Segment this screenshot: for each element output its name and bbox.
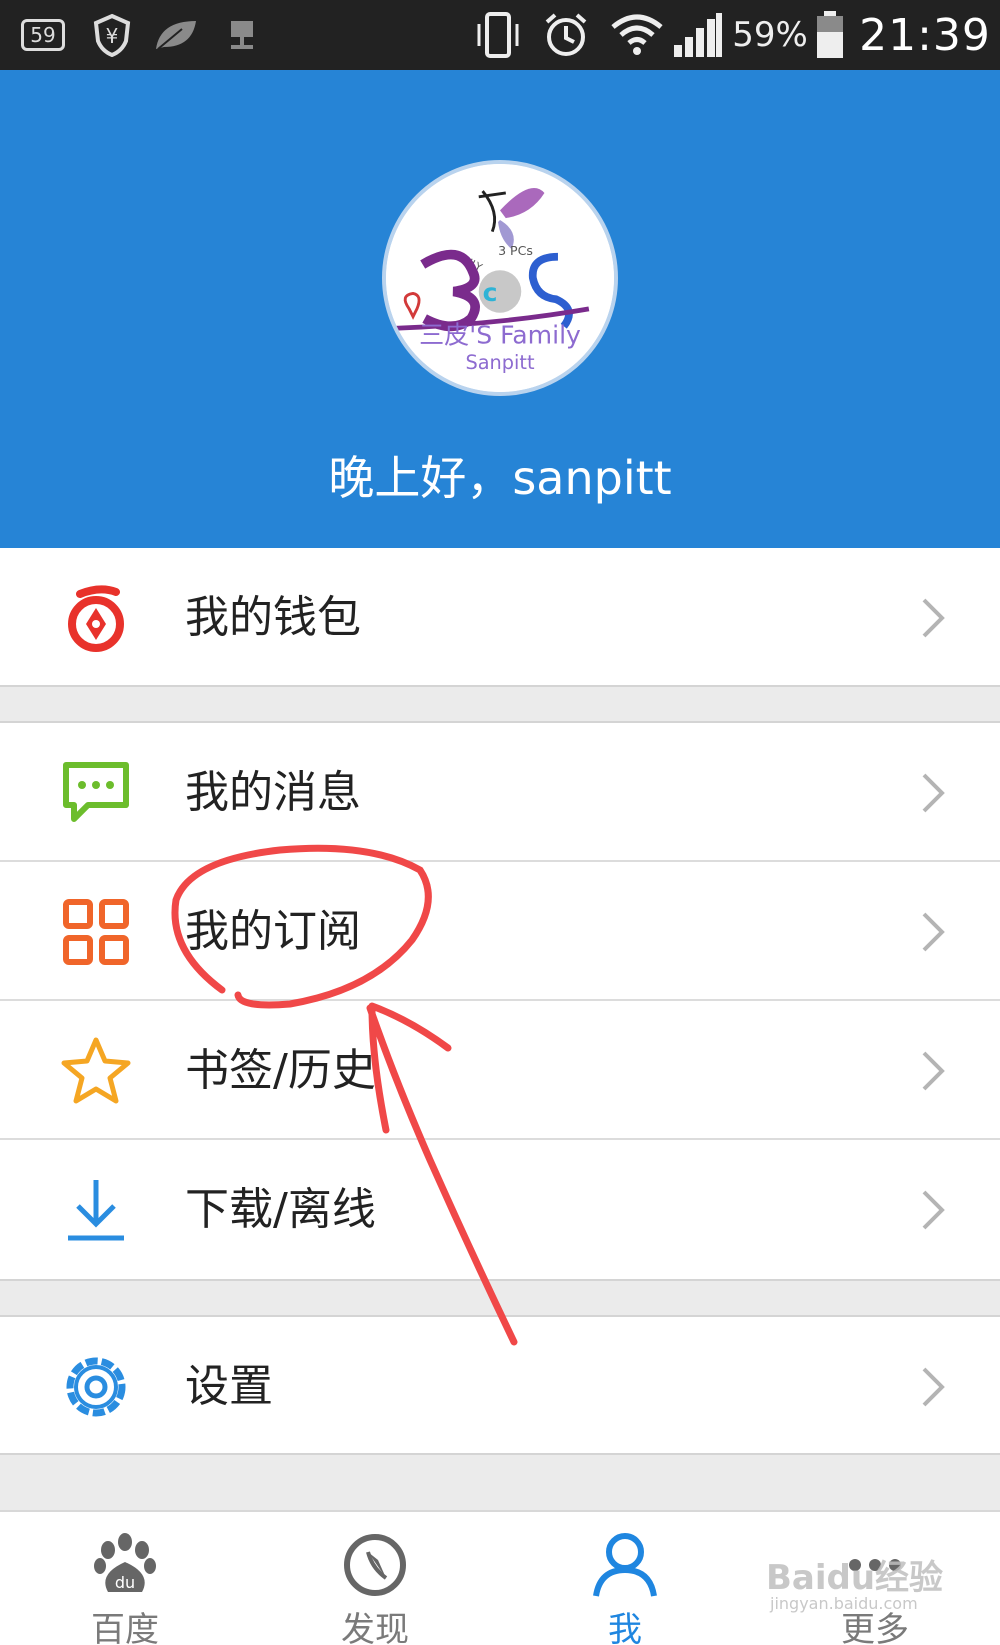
alarm-icon xyxy=(538,0,594,70)
nav-label-discover: 发现 xyxy=(341,1610,409,1645)
chevron-right-icon xyxy=(918,910,948,954)
wallet-section: 我的钱包 xyxy=(0,548,1000,687)
message-icon xyxy=(60,757,132,829)
nav-tab-discover[interactable]: 发现 xyxy=(250,1512,500,1645)
gear-icon xyxy=(60,1351,132,1423)
wallet-icon xyxy=(60,582,132,654)
wifi-icon xyxy=(606,0,668,70)
settings-section: 设置 xyxy=(0,1315,1000,1455)
menu-item-wallet[interactable]: 我的钱包 xyxy=(0,548,1000,687)
vibrate-icon xyxy=(470,0,526,70)
menu-label-messages: 我的消息 xyxy=(185,767,361,818)
battery-percent: 59% xyxy=(732,15,808,55)
avatar-brand-text: 三皮'S Family xyxy=(419,321,581,350)
menu-item-bookmarks[interactable]: 书签/历史 xyxy=(0,1001,1000,1140)
chevron-right-icon xyxy=(918,1049,948,1093)
menu-label-settings: 设置 xyxy=(185,1361,273,1412)
menu-label-subscriptions: 我的订阅 xyxy=(185,906,361,957)
star-icon xyxy=(60,1035,132,1107)
menu-item-messages[interactable]: 我的消息 xyxy=(0,723,1000,862)
download-icon xyxy=(60,1174,132,1246)
compass-icon xyxy=(338,1528,412,1602)
chevron-right-icon xyxy=(918,1365,948,1409)
avatar-pcs-text: 3 PCs xyxy=(498,243,533,258)
chevron-right-icon xyxy=(918,771,948,815)
greeting-text: 晚上好，sanpitt xyxy=(328,451,672,505)
watermark-sub: jingyan.baidu.com xyxy=(770,1594,918,1613)
yen-shield-icon: ¥ xyxy=(88,0,136,70)
notification-badge-icon: 59 xyxy=(18,0,68,70)
battery-icon xyxy=(810,0,850,70)
avatar-name-text: Sanpitt xyxy=(465,351,535,374)
menu-item-downloads[interactable]: 下载/离线 xyxy=(0,1140,1000,1279)
nav-tab-baidu[interactable]: du 百度 xyxy=(0,1512,250,1645)
baidu-watermark: Baidu经验 jingyan.baidu.com xyxy=(760,1550,960,1620)
nav-label-me: 我 xyxy=(608,1610,642,1645)
svg-text:¥: ¥ xyxy=(106,24,119,48)
svg-text:du: du xyxy=(115,1573,135,1592)
status-bar: 59 ¥ 59% 21:39 xyxy=(0,0,1000,70)
baidu-paw-icon: du xyxy=(88,1528,162,1602)
menu-item-settings[interactable]: 设置 xyxy=(0,1317,1000,1456)
leaf-icon xyxy=(150,0,202,70)
nav-tab-me[interactable]: 我 xyxy=(500,1512,750,1645)
status-clock: 21:39 xyxy=(859,9,991,61)
chevron-right-icon xyxy=(918,1188,948,1232)
avatar[interactable]: ONLY 3 PCs c 三皮'S Family Sanpitt xyxy=(382,160,618,396)
profile-header: ONLY 3 PCs c 三皮'S Family Sanpitt 晚上好，san… xyxy=(0,70,1000,548)
menu-label-downloads: 下载/离线 xyxy=(185,1184,376,1235)
menu-label-bookmarks: 书签/历史 xyxy=(185,1045,376,1096)
person-icon xyxy=(588,1528,662,1602)
main-menu-section: 我的消息 我的订阅 书签/历史 下载/离线 xyxy=(0,721,1000,1281)
network-icon xyxy=(222,0,262,70)
signal-icon xyxy=(668,0,728,70)
svg-text:c: c xyxy=(483,278,498,307)
menu-label-wallet: 我的钱包 xyxy=(185,592,361,643)
menu-item-subscriptions[interactable]: 我的订阅 xyxy=(0,862,1000,1001)
nav-label-baidu: 百度 xyxy=(91,1610,159,1645)
grid-icon xyxy=(60,896,132,968)
chevron-right-icon xyxy=(918,596,948,640)
watermark-brand: Baidu经验 xyxy=(766,1558,944,1598)
